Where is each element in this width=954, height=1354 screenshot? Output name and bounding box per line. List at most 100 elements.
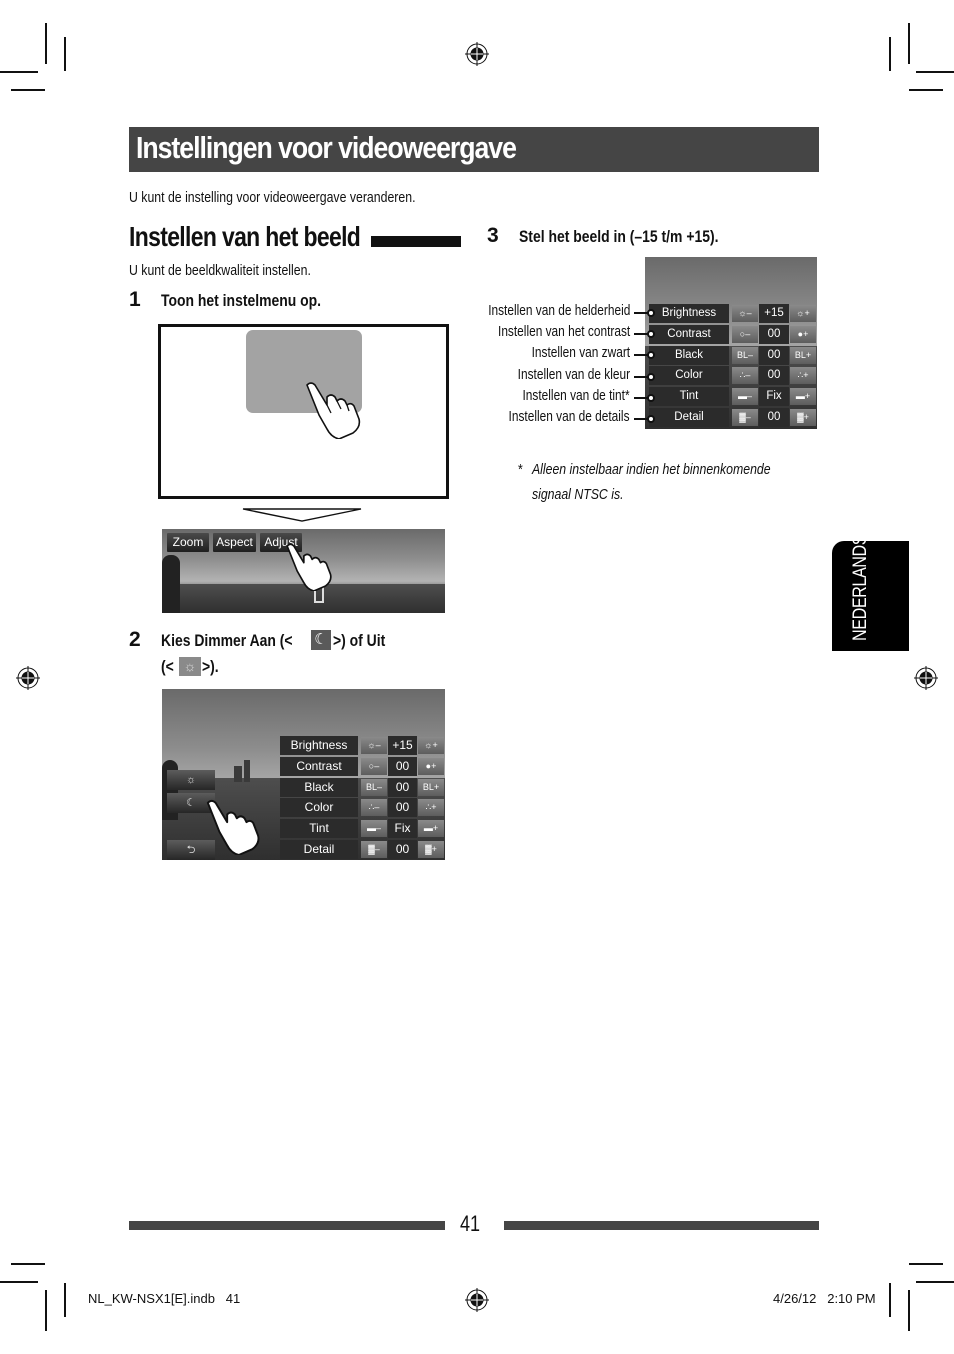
- color-down-icon[interactable]: ∴–: [361, 799, 387, 817]
- setting-label: Black: [280, 777, 358, 797]
- slug-datetime: 4/26/12 2:10 PM: [773, 1291, 876, 1306]
- adjust-row-contrast: Contrast ○– 00 ●+: [649, 324, 817, 344]
- crop-mark: [909, 1263, 943, 1265]
- color-down-icon[interactable]: ∴–: [732, 367, 758, 385]
- callout-dot: [647, 372, 655, 381]
- adjust-menu-screenshot: ☼ ☾ ⮌ Brightness ☼– +15 ☼+ Contrast ○– 00 ●+ Bla…: [162, 689, 445, 860]
- crop-mark: [11, 1263, 45, 1265]
- footer-rule: [129, 1221, 445, 1230]
- detail-up-icon[interactable]: ▓+: [418, 841, 444, 858]
- setting-value: Fix: [388, 819, 417, 839]
- page-title: Instellingen voor videoweergave: [136, 130, 517, 165]
- crop-mark: [11, 89, 45, 91]
- callout-label: Instellen van zwart: [531, 345, 630, 362]
- setting-value: Fix: [759, 387, 789, 407]
- adjust-row-brightness: Brightness ☼– +15 ☼+: [649, 304, 817, 323]
- setting-value: 00: [388, 798, 417, 818]
- setting-value: 00: [388, 756, 417, 776]
- brightness-up-icon[interactable]: ☼+: [790, 305, 816, 322]
- registration-mark-icon: [16, 666, 40, 690]
- footnote-marker: *: [518, 461, 523, 478]
- crop-mark: [908, 1290, 910, 1331]
- setting-label: Black: [649, 345, 729, 365]
- setting-label: Detail: [649, 408, 729, 427]
- back-arrow-icon: ⮌: [186, 844, 196, 856]
- adjust-row-contrast: Contrast ○– 00 ●+: [280, 756, 444, 776]
- tint-up-icon[interactable]: ▬+: [418, 820, 444, 838]
- intro-text: U kunt de instelling voor videoweergave …: [129, 189, 416, 206]
- color-up-icon[interactable]: ∴+: [418, 799, 444, 817]
- tint-down-icon[interactable]: ▬–: [732, 388, 758, 406]
- setting-label: Brightness: [280, 736, 358, 755]
- crop-mark: [64, 1283, 66, 1317]
- callout-label: Instellen van de details: [509, 409, 630, 425]
- down-arrow-icon: [242, 508, 362, 522]
- setting-value: +15: [759, 304, 789, 323]
- callout-dot: [647, 309, 655, 317]
- black-down-icon[interactable]: BL–: [732, 346, 758, 364]
- aspect-button[interactable]: Aspect: [213, 533, 256, 552]
- black-up-icon[interactable]: BL+: [418, 778, 444, 796]
- adjust-row-black: Black BL– 00 BL+: [280, 777, 444, 797]
- language-tab: NEDERLANDS: [832, 535, 909, 651]
- adjust-row-tint: Tint ▬– Fix ▬+: [649, 387, 817, 407]
- registration-mark-icon: [465, 42, 489, 66]
- adjust-panel-screenshot: Brightness ☼– +15 ☼+ Contrast ○– 00 ●+ Black BL– 0…: [645, 257, 817, 429]
- contrast-up-icon[interactable]: ●+: [790, 325, 816, 343]
- setting-value: 00: [759, 324, 789, 344]
- black-down-icon[interactable]: BL–: [361, 778, 387, 796]
- setting-label: Contrast: [649, 324, 729, 344]
- step-number: 1: [129, 288, 141, 311]
- step-text: Kies Dimmer Aan (<: [161, 631, 321, 651]
- adjust-panel: Brightness ☼– +15 ☼+ Contrast ○– 00 ●+ Black BL– 0…: [649, 304, 817, 428]
- color-up-icon[interactable]: ∴+: [790, 367, 816, 385]
- step-text: Stel het beeld in (–15 t/m +15).: [519, 227, 719, 246]
- contrast-up-icon[interactable]: ●+: [418, 757, 444, 775]
- step-text: Toon het instelmenu op.: [161, 291, 322, 310]
- contrast-down-icon[interactable]: ○–: [361, 757, 387, 775]
- setting-value: +15: [388, 736, 417, 755]
- setting-label: Tint: [649, 387, 729, 407]
- crop-mark: [45, 23, 47, 64]
- callout-label: Instellen van de tint*: [522, 387, 630, 404]
- brightness-down-icon[interactable]: ☼–: [732, 305, 758, 322]
- page-title-bar: Instellingen voor videoweergave: [129, 127, 819, 172]
- setting-label: Detail: [280, 840, 358, 859]
- tint-down-icon[interactable]: ▬–: [361, 820, 387, 838]
- heading-rule: [371, 236, 461, 247]
- screen-illustration: [158, 324, 449, 499]
- footer-rule: [504, 1221, 819, 1230]
- footnote-line: Alleen instelbaar indien het binnenkomen…: [531, 461, 771, 478]
- step-number: 3: [487, 224, 499, 247]
- footnote-line: signaal NTSC is.: [531, 486, 624, 503]
- brightness-up-icon[interactable]: ☼+: [418, 737, 444, 754]
- detail-down-icon[interactable]: ▓–: [732, 409, 758, 426]
- step-text-part: >).: [202, 657, 219, 676]
- section-heading: Instellen van het beeld: [129, 221, 361, 252]
- registration-mark-icon: [465, 1288, 489, 1312]
- callout-dot: [647, 393, 655, 402]
- zoom-button[interactable]: Zoom: [167, 533, 209, 552]
- adjust-row-detail: Detail ▓– 00 ▓+: [649, 408, 817, 427]
- tint-up-icon[interactable]: ▬+: [790, 388, 816, 406]
- language-label: NEDERLANDS: [850, 534, 871, 641]
- page-number: 41: [460, 1211, 481, 1236]
- contrast-down-icon[interactable]: ○–: [732, 325, 758, 343]
- crop-mark: [916, 71, 954, 73]
- black-up-icon[interactable]: BL+: [790, 346, 816, 364]
- detail-down-icon[interactable]: ▓–: [361, 841, 387, 858]
- sun-icon: ☼: [185, 774, 197, 786]
- callout-label: Instellen van de helderheid: [487, 303, 630, 319]
- moon-icon: ☾: [311, 630, 331, 650]
- crop-mark: [889, 1283, 891, 1317]
- brightness-down-icon[interactable]: ☼–: [361, 737, 387, 754]
- setting-value: 00: [759, 345, 789, 365]
- setting-label: Tint: [280, 819, 358, 839]
- detail-up-icon[interactable]: ▓+: [790, 409, 816, 426]
- crop-mark: [916, 1281, 954, 1283]
- setting-value: 00: [388, 840, 417, 859]
- dimmer-off-button[interactable]: ☼: [167, 770, 215, 790]
- section-subtitle: U kunt de beeldkwaliteit instellen.: [129, 262, 311, 279]
- crop-mark: [64, 37, 66, 71]
- adjust-row-detail: Detail ▓– 00 ▓+: [280, 840, 444, 859]
